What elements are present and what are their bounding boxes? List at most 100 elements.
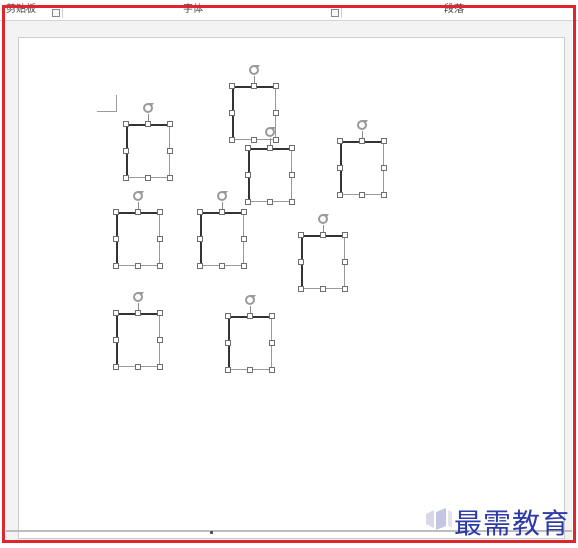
rotate-icon[interactable] (217, 191, 228, 201)
resize-handle-top-left[interactable] (298, 232, 304, 238)
rectangle-shape-4[interactable] (340, 141, 384, 195)
resize-handle-top-right[interactable] (241, 209, 247, 215)
resize-handle-bottom-middle[interactable] (135, 263, 141, 269)
resize-handle-bottom-left[interactable] (229, 137, 235, 143)
resize-handle-bottom-left[interactable] (113, 263, 119, 269)
rectangle-shape-1[interactable] (126, 124, 170, 178)
rectangle-shape-8[interactable] (116, 313, 160, 367)
resize-handle-bottom-left[interactable] (113, 364, 119, 370)
resize-handle-top-right[interactable] (167, 121, 173, 127)
font-dialog-launcher-icon[interactable] (331, 9, 339, 17)
rectangle-shape-7[interactable] (301, 235, 345, 289)
resize-handle-middle-left[interactable] (245, 172, 251, 178)
rotate-icon[interactable] (249, 65, 260, 75)
clipboard-dialog-launcher-icon[interactable] (52, 9, 60, 17)
resize-handle-top-left[interactable] (197, 209, 203, 215)
resize-handle-top-middle[interactable] (251, 83, 257, 89)
resize-handle-top-middle[interactable] (219, 209, 225, 215)
resize-handle-top-left[interactable] (245, 145, 251, 151)
resize-handle-middle-right[interactable] (157, 236, 163, 242)
resize-handle-bottom-right[interactable] (273, 137, 279, 143)
resize-handle-bottom-right[interactable] (167, 175, 173, 181)
resize-handle-top-middle[interactable] (320, 232, 326, 238)
rotation-handle-stem (138, 303, 139, 310)
resize-handle-bottom-middle[interactable] (251, 137, 257, 143)
resize-handle-middle-left[interactable] (123, 148, 129, 154)
document-page[interactable] (18, 37, 565, 539)
resize-handle-top-middle[interactable] (359, 138, 365, 144)
resize-handle-top-right[interactable] (157, 310, 163, 316)
resize-handle-middle-right[interactable] (269, 340, 275, 346)
resize-handle-middle-left[interactable] (113, 337, 119, 343)
resize-handle-top-right[interactable] (269, 313, 275, 319)
rotate-icon[interactable] (245, 295, 256, 305)
page-margin-corner-mark (97, 95, 117, 112)
rectangle-shape-6[interactable] (200, 212, 244, 266)
resize-handle-bottom-left[interactable] (245, 199, 251, 205)
resize-handle-middle-right[interactable] (167, 148, 173, 154)
resize-handle-bottom-middle[interactable] (135, 364, 141, 370)
resize-handle-bottom-middle[interactable] (247, 367, 253, 373)
resize-handle-middle-right[interactable] (381, 165, 387, 171)
resize-handle-top-left[interactable] (123, 121, 129, 127)
rotate-icon[interactable] (133, 191, 144, 201)
resize-handle-top-middle[interactable] (135, 209, 141, 215)
resize-handle-bottom-right[interactable] (381, 192, 387, 198)
resize-handle-top-left[interactable] (337, 138, 343, 144)
resize-handle-middle-left[interactable] (229, 110, 235, 116)
resize-handle-bottom-left[interactable] (337, 192, 343, 198)
resize-handle-middle-left[interactable] (113, 236, 119, 242)
resize-handle-bottom-left[interactable] (123, 175, 129, 181)
resize-handle-top-middle[interactable] (135, 310, 141, 316)
resize-handle-bottom-middle[interactable] (219, 263, 225, 269)
resize-handle-middle-left[interactable] (337, 165, 343, 171)
rectangle-shape-3[interactable] (248, 148, 292, 202)
rectangle-shape-5[interactable] (116, 212, 160, 266)
resize-handle-bottom-middle[interactable] (145, 175, 151, 181)
rotate-icon[interactable] (143, 103, 154, 113)
rotate-icon[interactable] (133, 292, 144, 302)
resize-handle-middle-left[interactable] (197, 236, 203, 242)
resize-handle-top-right[interactable] (342, 232, 348, 238)
resize-handle-bottom-right[interactable] (289, 199, 295, 205)
resize-handle-top-right[interactable] (273, 83, 279, 89)
resize-handle-bottom-left[interactable] (225, 367, 231, 373)
resize-handle-top-middle[interactable] (145, 121, 151, 127)
resize-handle-bottom-middle[interactable] (267, 199, 273, 205)
resize-handle-top-right[interactable] (157, 209, 163, 215)
resize-handle-bottom-middle[interactable] (320, 286, 326, 292)
resize-handle-top-left[interactable] (229, 83, 235, 89)
resize-handle-bottom-right[interactable] (157, 263, 163, 269)
resize-handle-middle-right[interactable] (273, 110, 279, 116)
resize-handle-bottom-left[interactable] (298, 286, 304, 292)
rotate-icon[interactable] (265, 127, 276, 137)
resize-handle-top-right[interactable] (381, 138, 387, 144)
resize-handle-top-left[interactable] (113, 209, 119, 215)
ribbon-group-bar: 剪贴板 字体 段落 (0, 0, 578, 21)
horizontal-scrollbar-track[interactable] (6, 530, 572, 532)
resize-handle-top-right[interactable] (289, 145, 295, 151)
resize-handle-top-left[interactable] (225, 313, 231, 319)
resize-handle-middle-left[interactable] (298, 259, 304, 265)
resize-handle-bottom-right[interactable] (157, 364, 163, 370)
group-separator (341, 7, 342, 18)
rotate-icon[interactable] (357, 120, 368, 130)
rectangle-shape-9[interactable] (228, 316, 272, 370)
resize-handle-top-left[interactable] (113, 310, 119, 316)
resize-handle-middle-right[interactable] (289, 172, 295, 178)
resize-handle-middle-right[interactable] (342, 259, 348, 265)
group-separator (62, 7, 63, 18)
resize-handle-middle-right[interactable] (157, 337, 163, 343)
rotation-handle-stem (250, 306, 251, 313)
resize-handle-bottom-middle[interactable] (359, 192, 365, 198)
resize-handle-bottom-right[interactable] (269, 367, 275, 373)
resize-handle-middle-left[interactable] (225, 340, 231, 346)
rotation-handle-stem (148, 114, 149, 121)
resize-handle-bottom-left[interactable] (197, 263, 203, 269)
resize-handle-bottom-right[interactable] (342, 286, 348, 292)
resize-handle-bottom-right[interactable] (241, 263, 247, 269)
resize-handle-middle-right[interactable] (241, 236, 247, 242)
rotate-icon[interactable] (318, 214, 329, 224)
resize-handle-top-middle[interactable] (247, 313, 253, 319)
resize-handle-top-middle[interactable] (267, 145, 273, 151)
